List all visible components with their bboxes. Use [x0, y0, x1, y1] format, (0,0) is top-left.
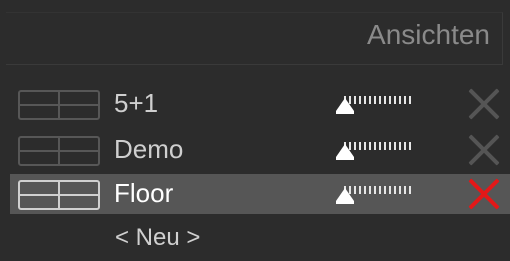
delete-view-button[interactable]	[466, 130, 502, 170]
view-item-demo[interactable]: Demo	[10, 130, 510, 170]
grid-layout-icon	[18, 90, 100, 120]
slider-track	[344, 142, 414, 150]
slider-handle-base	[336, 157, 354, 160]
view-slider[interactable]	[332, 176, 422, 212]
view-label: Demo	[114, 134, 184, 164]
slider-track	[344, 186, 414, 194]
delete-view-button[interactable]	[466, 174, 502, 214]
view-slider[interactable]	[332, 86, 422, 122]
grid-layout-icon	[18, 136, 100, 166]
views-panel: Ansichten 5+1 Demo Floor < Neu >	[0, 0, 510, 261]
panel-header: Ansichten	[6, 12, 503, 65]
panel-title: Ansichten	[367, 19, 490, 50]
slider-handle-icon[interactable]	[336, 188, 354, 201]
slider-handle-base	[336, 111, 354, 114]
slider-handle-icon[interactable]	[336, 144, 354, 157]
grid-layout-icon	[18, 180, 100, 210]
slider-track	[344, 96, 414, 104]
view-label: 5+1	[114, 88, 159, 118]
new-view-button[interactable]: < Neu >	[115, 224, 200, 252]
view-item-5plus1[interactable]: 5+1	[10, 84, 510, 124]
view-item-floor[interactable]: Floor	[10, 174, 510, 214]
delete-view-button[interactable]	[466, 84, 502, 124]
slider-handle-base	[336, 201, 354, 204]
view-label: Floor	[114, 178, 174, 208]
view-slider[interactable]	[332, 132, 422, 168]
slider-handle-icon[interactable]	[336, 98, 354, 111]
